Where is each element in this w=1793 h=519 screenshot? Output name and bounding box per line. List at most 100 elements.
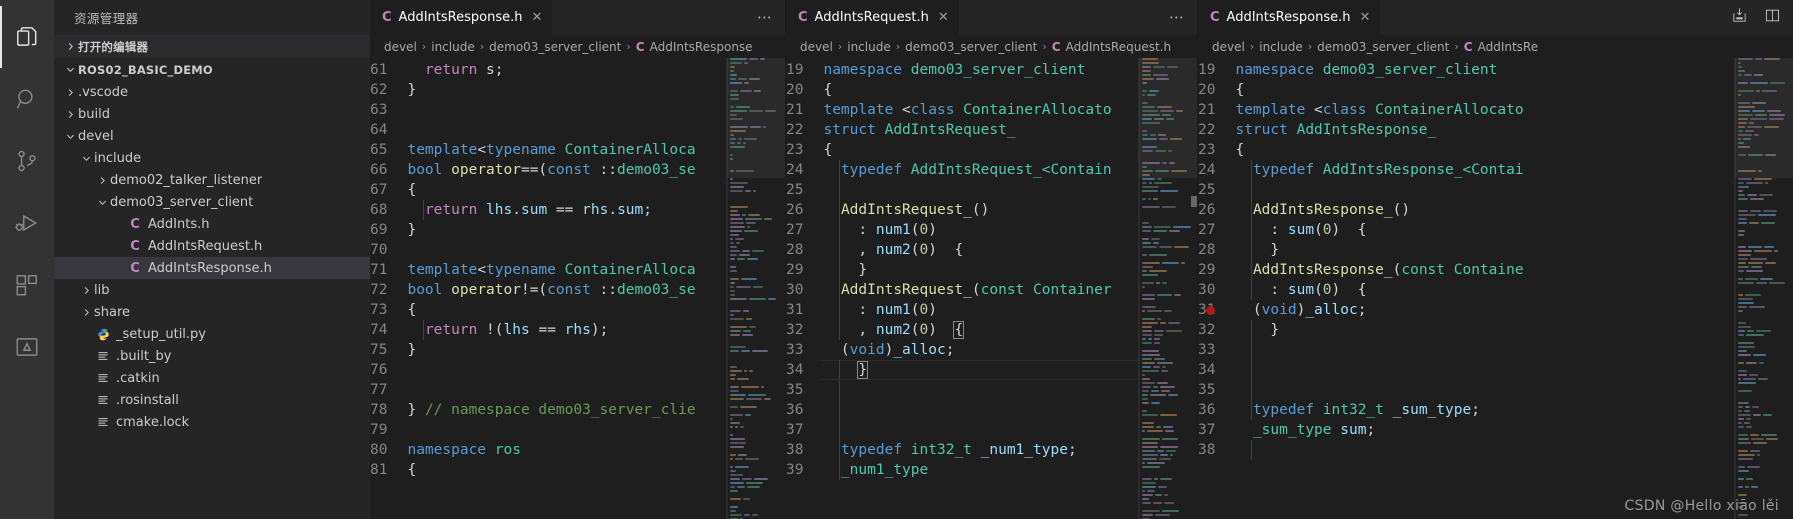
chevron-down-icon[interactable] xyxy=(78,150,94,166)
breadcrumb-item[interactable]: include xyxy=(1259,40,1302,54)
chevron-down-icon[interactable] xyxy=(62,128,78,144)
minimap[interactable] xyxy=(727,58,785,519)
breadcrumb-item[interactable]: devel xyxy=(1212,40,1245,54)
tree-item--catkin[interactable]: .catkin xyxy=(54,367,370,389)
close-icon[interactable]: ✕ xyxy=(531,10,542,25)
open-editors-label: 打开的编辑器 xyxy=(78,39,149,54)
tree-item--vscode[interactable]: .vscode xyxy=(54,81,370,103)
tab-addintsrequest-h[interactable]: C AddIntsRequest.h ✕ xyxy=(786,0,960,35)
tree-item-demo03-server-client[interactable]: demo03_server_client xyxy=(54,191,370,213)
chevron-right-icon[interactable] xyxy=(78,304,94,320)
editor-body[interactable]: 19 20 21 22 23 24 25 26 27 28 29 30 31 32 33 34 35 36 37 38… xyxy=(786,58,1197,519)
code-token: typedef xyxy=(1252,162,1315,178)
tab-addintsresponse-h[interactable]: C AddIntsResponse.h ✕ xyxy=(370,0,554,35)
tree-item--setup-util-py[interactable]: _setup_util.py xyxy=(54,323,370,345)
tree-item-label: devel xyxy=(78,128,114,144)
code-line[interactable]: typedef AddIntsResponse_<Contai xyxy=(1233,160,1793,180)
breadcrumb-item[interactable]: demo03_server_client xyxy=(1317,40,1449,54)
breadcrumb-item[interactable]: AddIntsRequest.h xyxy=(1066,40,1172,54)
minimap-slider[interactable] xyxy=(1735,58,1793,178)
breadcrumb-item[interactable]: include xyxy=(847,40,890,54)
indent-guide xyxy=(839,400,841,420)
code-line[interactable]: } xyxy=(1233,320,1793,340)
minimap-slider[interactable] xyxy=(727,58,785,178)
tree-item-addintsresponse-h[interactable]: C AddIntsResponse.h xyxy=(54,257,370,279)
minimap[interactable] xyxy=(1139,58,1197,519)
code-line[interactable]: typedef int32_t _sum_type; xyxy=(1233,400,1793,420)
code-line[interactable]: namespace demo03_server_client xyxy=(1233,60,1793,80)
chevron-right-icon[interactable] xyxy=(94,172,110,188)
code-token: ) xyxy=(928,222,937,238)
tree-item-addints-h[interactable]: C AddInts.h xyxy=(54,213,370,235)
group-1: C AddIntsResponse.h ✕ ⋯ devel › include › demo03… xyxy=(370,0,785,519)
code-line[interactable]: AddIntsResponse_(const Containe xyxy=(1233,260,1793,280)
code-line[interactable]: } xyxy=(1233,240,1793,260)
tree-item--built-by[interactable]: .built_by xyxy=(54,345,370,367)
split-editor-icon[interactable] xyxy=(1764,7,1781,28)
activity-extensions[interactable] xyxy=(0,254,54,316)
breadcrumb-item[interactable]: devel xyxy=(384,40,417,54)
code-line[interactable]: { xyxy=(1233,80,1793,100)
editor-body[interactable]: 61 62 63 64 65 66 67 68 69 70 71 72 73 74 75 76 77 78 79 80… xyxy=(370,58,785,519)
tree-item-share[interactable]: share xyxy=(54,301,370,323)
code-line[interactable]: _sum_type sum; xyxy=(1233,420,1793,440)
close-icon[interactable]: ✕ xyxy=(1359,10,1370,25)
code-line[interactable]: : sum(0) { xyxy=(1233,220,1793,240)
activity-remote-explorer[interactable] xyxy=(0,316,54,378)
tab-addintsresponse-h[interactable]: C AddIntsResponse.h ✕ xyxy=(1198,0,1382,35)
tree-item--rosinstall[interactable]: .rosinstall xyxy=(54,389,370,411)
breadcrumb-item[interactable]: demo03_server_client xyxy=(905,40,1037,54)
chevron-right-icon[interactable] xyxy=(78,282,94,298)
code-line[interactable] xyxy=(1233,380,1793,400)
minimap-slider[interactable] xyxy=(1139,58,1197,178)
tree-item-lib[interactable]: lib xyxy=(54,279,370,301)
code-line[interactable]: template <class ContainerAllocato xyxy=(1233,100,1793,120)
code-line[interactable] xyxy=(1233,440,1793,460)
tree-item-build[interactable]: build xyxy=(54,103,370,125)
code-token: ) { xyxy=(1331,222,1367,238)
line-number: 20 xyxy=(1198,82,1216,98)
code-line[interactable]: struct AddIntsResponse_ xyxy=(1233,120,1793,140)
code-line[interactable] xyxy=(1233,180,1793,200)
search-icon xyxy=(14,86,40,112)
code-line[interactable] xyxy=(1233,340,1793,360)
breadcrumb-item[interactable]: demo03_server_client xyxy=(489,40,621,54)
breadcrumb-item[interactable]: devel xyxy=(800,40,833,54)
activity-search[interactable] xyxy=(0,68,54,130)
chevron-right-icon[interactable] xyxy=(62,84,78,100)
line-number: 35 xyxy=(786,382,804,398)
tree-item-cmake-lock[interactable]: cmake.lock xyxy=(54,411,370,433)
code-content[interactable]: namespace demo03_server_client {template … xyxy=(1233,58,1793,519)
code-line[interactable]: { xyxy=(1233,140,1793,160)
tree-item-addintsrequest-h[interactable]: C AddIntsRequest.h xyxy=(54,235,370,257)
tree-item-demo02-talker-listener[interactable]: demo02_talker_listener xyxy=(54,169,370,191)
code-line[interactable]: : sum(0) { xyxy=(1233,280,1793,300)
tree-item-include[interactable]: include xyxy=(54,147,370,169)
chevron-down-icon[interactable] xyxy=(94,194,110,210)
close-icon[interactable]: ✕ xyxy=(938,10,949,25)
breadcrumb-item[interactable]: include xyxy=(431,40,474,54)
open-editors-section[interactable]: 打开的编辑器 xyxy=(54,35,370,58)
code-line[interactable]: AddIntsResponse_() xyxy=(1233,200,1793,220)
more-actions-icon[interactable]: ⋯ xyxy=(757,10,773,25)
save-all-icon[interactable] xyxy=(1731,7,1748,28)
line-number: 28 xyxy=(1198,242,1216,258)
breadcrumb-item[interactable]: AddIntsResponse xyxy=(650,40,753,54)
editor-body[interactable]: 19 20 21 22 23 24 25 26 27 28 29 30 31 32 33 34 35 36 37 38… xyxy=(1198,58,1793,519)
activity-explorer[interactable] xyxy=(0,6,54,68)
code-line[interactable]: (void)_alloc; xyxy=(1233,300,1793,320)
activity-source-control[interactable] xyxy=(0,130,54,192)
activity-run-and-debug[interactable] xyxy=(0,192,54,254)
more-actions-icon[interactable]: ⋯ xyxy=(1169,10,1185,25)
code-line[interactable] xyxy=(1233,360,1793,380)
minimap[interactable] xyxy=(1735,58,1793,519)
breakpoint-icon[interactable] xyxy=(1206,306,1215,315)
chevron-right-icon[interactable] xyxy=(62,106,78,122)
breadcrumb-item[interactable]: AddIntsRe xyxy=(1478,40,1539,54)
tree-item-devel[interactable]: devel xyxy=(54,125,370,147)
workspace-section[interactable]: ROS02_BASIC_DEMO xyxy=(54,58,370,81)
code-token: ==( xyxy=(520,162,548,178)
